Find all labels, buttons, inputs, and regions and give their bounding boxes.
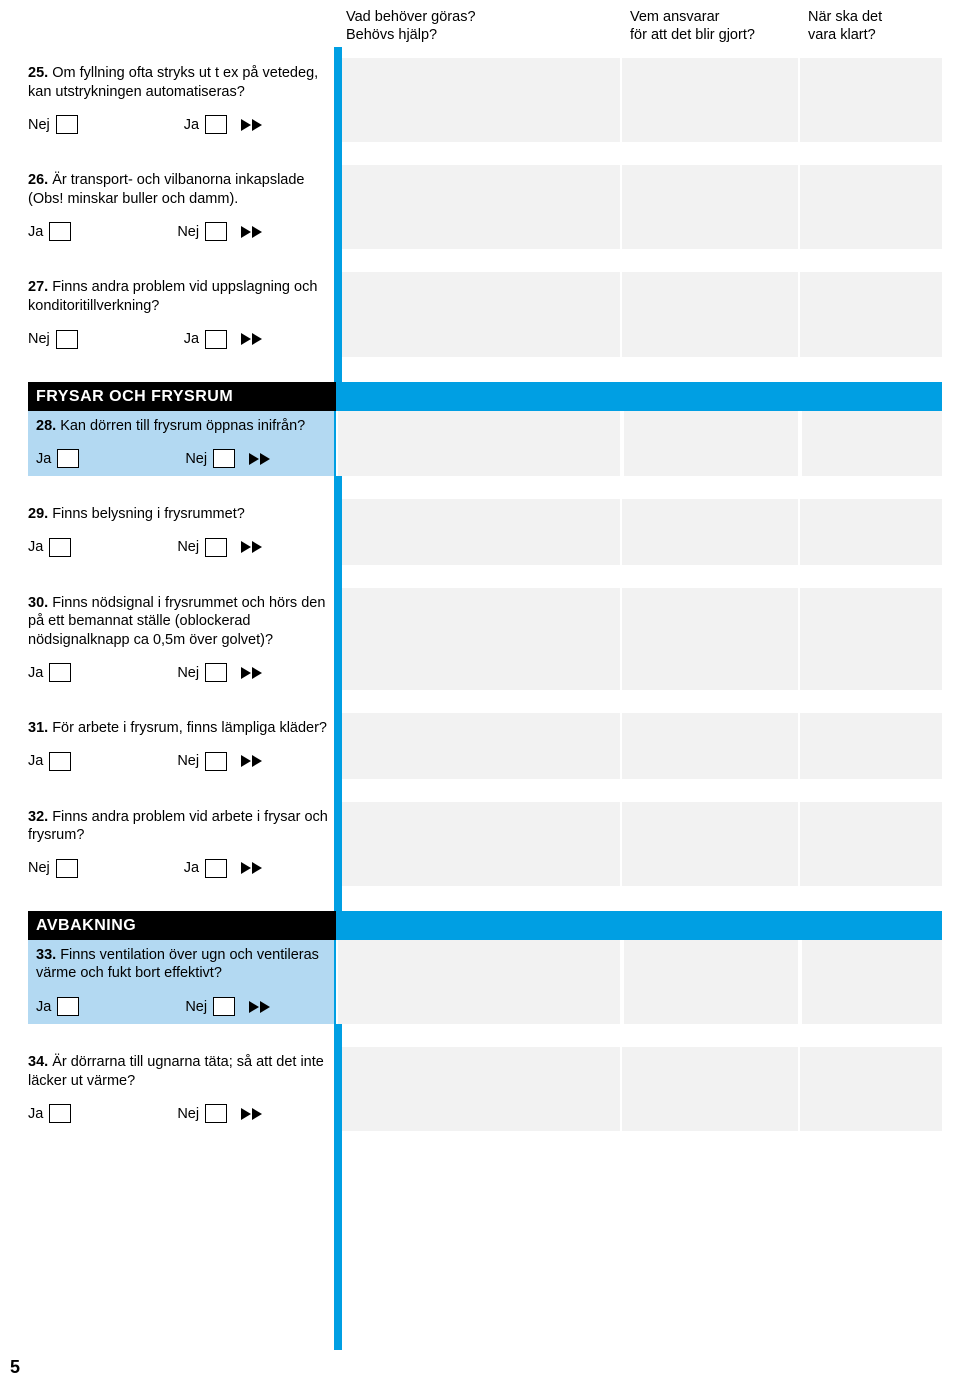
q31-no-checkbox[interactable] xyxy=(205,752,227,771)
question-32-text: 32. Finns andra problem vid arbete i fry… xyxy=(28,808,328,845)
question-31-row: 31. För arbete i frysrum, finns lämpli­g… xyxy=(28,713,942,779)
question-34-row: 34. Är dörrarna till ugnarna täta; så at… xyxy=(28,1047,942,1131)
section-frysar-label: FRYSAR OCH FRYSRUM xyxy=(28,382,336,411)
q33-yes-label: Ja xyxy=(36,999,51,1015)
arrow-icon xyxy=(241,541,265,553)
arrow-icon xyxy=(241,862,265,874)
q29-no-checkbox[interactable] xyxy=(205,538,227,557)
arrow-icon xyxy=(249,453,273,465)
question-34-text: 34. Är dörrarna till ugnarna täta; så at… xyxy=(28,1053,328,1090)
question-29-text: 29. Finns belysning i frysrummet? xyxy=(28,505,328,524)
q34-no-label: Nej xyxy=(177,1106,199,1122)
q25-yes-label: Ja xyxy=(184,117,199,133)
q31-no-label: Nej xyxy=(177,753,199,769)
q29-yes-label: Ja xyxy=(28,539,43,555)
q32-yes-checkbox[interactable] xyxy=(205,859,227,878)
question-30-row: 30. Finns nödsignal i frysrummet och hör… xyxy=(28,588,942,691)
question-30-text: 30. Finns nödsignal i frysrummet och hör… xyxy=(28,594,328,650)
arrow-icon xyxy=(241,755,265,767)
q30-no-label: Nej xyxy=(177,665,199,681)
question-26-text: 26. Är transport- och vilbanorna inkapsl… xyxy=(28,171,328,208)
q28-no-label: Nej xyxy=(185,451,207,467)
q25-no-label: Nej xyxy=(28,117,50,133)
q27-no-checkbox[interactable] xyxy=(56,330,78,349)
header-col-b: Vem ansvarar för att det blir gjort? xyxy=(622,8,798,54)
q32-yes-label: Ja xyxy=(184,860,199,876)
q28-no-checkbox[interactable] xyxy=(213,449,235,468)
question-31-text: 31. För arbete i frysrum, finns lämpli­g… xyxy=(28,719,328,738)
q25-yes-checkbox[interactable] xyxy=(205,115,227,134)
q26-yes-checkbox[interactable] xyxy=(49,222,71,241)
q25-no-checkbox[interactable] xyxy=(56,115,78,134)
header-col-c: När ska det vara klart? xyxy=(800,8,942,54)
question-29-row: 29. Finns belysning i frysrummet? Ja Nej xyxy=(28,499,942,565)
section-frysar: FRYSAR OCH FRYSRUM xyxy=(28,382,942,411)
q29-no-label: Nej xyxy=(177,539,199,555)
arrow-icon xyxy=(241,1108,265,1120)
q26-no-checkbox[interactable] xyxy=(205,222,227,241)
arrow-icon xyxy=(249,1001,273,1013)
q33-yes-checkbox[interactable] xyxy=(57,997,79,1016)
q34-yes-checkbox[interactable] xyxy=(49,1104,71,1123)
question-33-row: 33. Finns ventilation över ugn och ven­t… xyxy=(28,940,942,1024)
q34-yes-label: Ja xyxy=(28,1106,43,1122)
question-33-text: 33. Finns ventilation över ugn och ven­t… xyxy=(36,946,328,983)
question-27-row: 27. Finns andra problem vid uppslag­ning… xyxy=(28,272,942,356)
page-number: 5 xyxy=(10,1357,20,1378)
question-25-row: 25. Om fyllning ofta stryks ut t ex på v… xyxy=(28,58,942,142)
vertical-stripe xyxy=(334,47,342,1350)
header-col-a: Vad behöver göras? Behövs hjälp? xyxy=(338,8,620,54)
page: Vad behöver göras? Behövs hjälp? Vem ans… xyxy=(0,0,960,1392)
q30-no-checkbox[interactable] xyxy=(205,663,227,682)
question-28-row: 28. Kan dörren till frysrum öppnas inifr… xyxy=(28,411,942,477)
question-27-text: 27. Finns andra problem vid uppslag­ning… xyxy=(28,278,328,315)
question-32-row: 32. Finns andra problem vid arbete i fry… xyxy=(28,802,942,886)
q27-yes-label: Ja xyxy=(184,331,199,347)
q31-yes-checkbox[interactable] xyxy=(49,752,71,771)
q34-no-checkbox[interactable] xyxy=(205,1104,227,1123)
q27-yes-checkbox[interactable] xyxy=(205,330,227,349)
section-avbakning-label: AVBAKNING xyxy=(28,911,336,940)
question-28-text: 28. Kan dörren till frysrum öppnas inifr… xyxy=(36,417,328,436)
q30-yes-checkbox[interactable] xyxy=(49,663,71,682)
q33-no-label: Nej xyxy=(185,999,207,1015)
arrow-icon xyxy=(241,119,265,131)
q27-no-label: Nej xyxy=(28,331,50,347)
section-avbakning: AVBAKNING xyxy=(28,911,942,940)
table-header: Vad behöver göras? Behövs hjälp? Vem ans… xyxy=(28,8,942,54)
arrow-icon xyxy=(241,226,265,238)
q31-yes-label: Ja xyxy=(28,753,43,769)
q26-yes-label: Ja xyxy=(28,224,43,240)
q29-yes-checkbox[interactable] xyxy=(49,538,71,557)
q30-yes-label: Ja xyxy=(28,665,43,681)
arrow-icon xyxy=(241,333,265,345)
question-25-text: 25. Om fyllning ofta stryks ut t ex på v… xyxy=(28,64,328,101)
q32-no-label: Nej xyxy=(28,860,50,876)
q28-yes-label: Ja xyxy=(36,451,51,467)
q26-no-label: Nej xyxy=(177,224,199,240)
arrow-icon xyxy=(241,667,265,679)
q33-no-checkbox[interactable] xyxy=(213,997,235,1016)
q28-yes-checkbox[interactable] xyxy=(57,449,79,468)
q32-no-checkbox[interactable] xyxy=(56,859,78,878)
question-26-row: 26. Är transport- och vilbanorna inkapsl… xyxy=(28,165,942,249)
